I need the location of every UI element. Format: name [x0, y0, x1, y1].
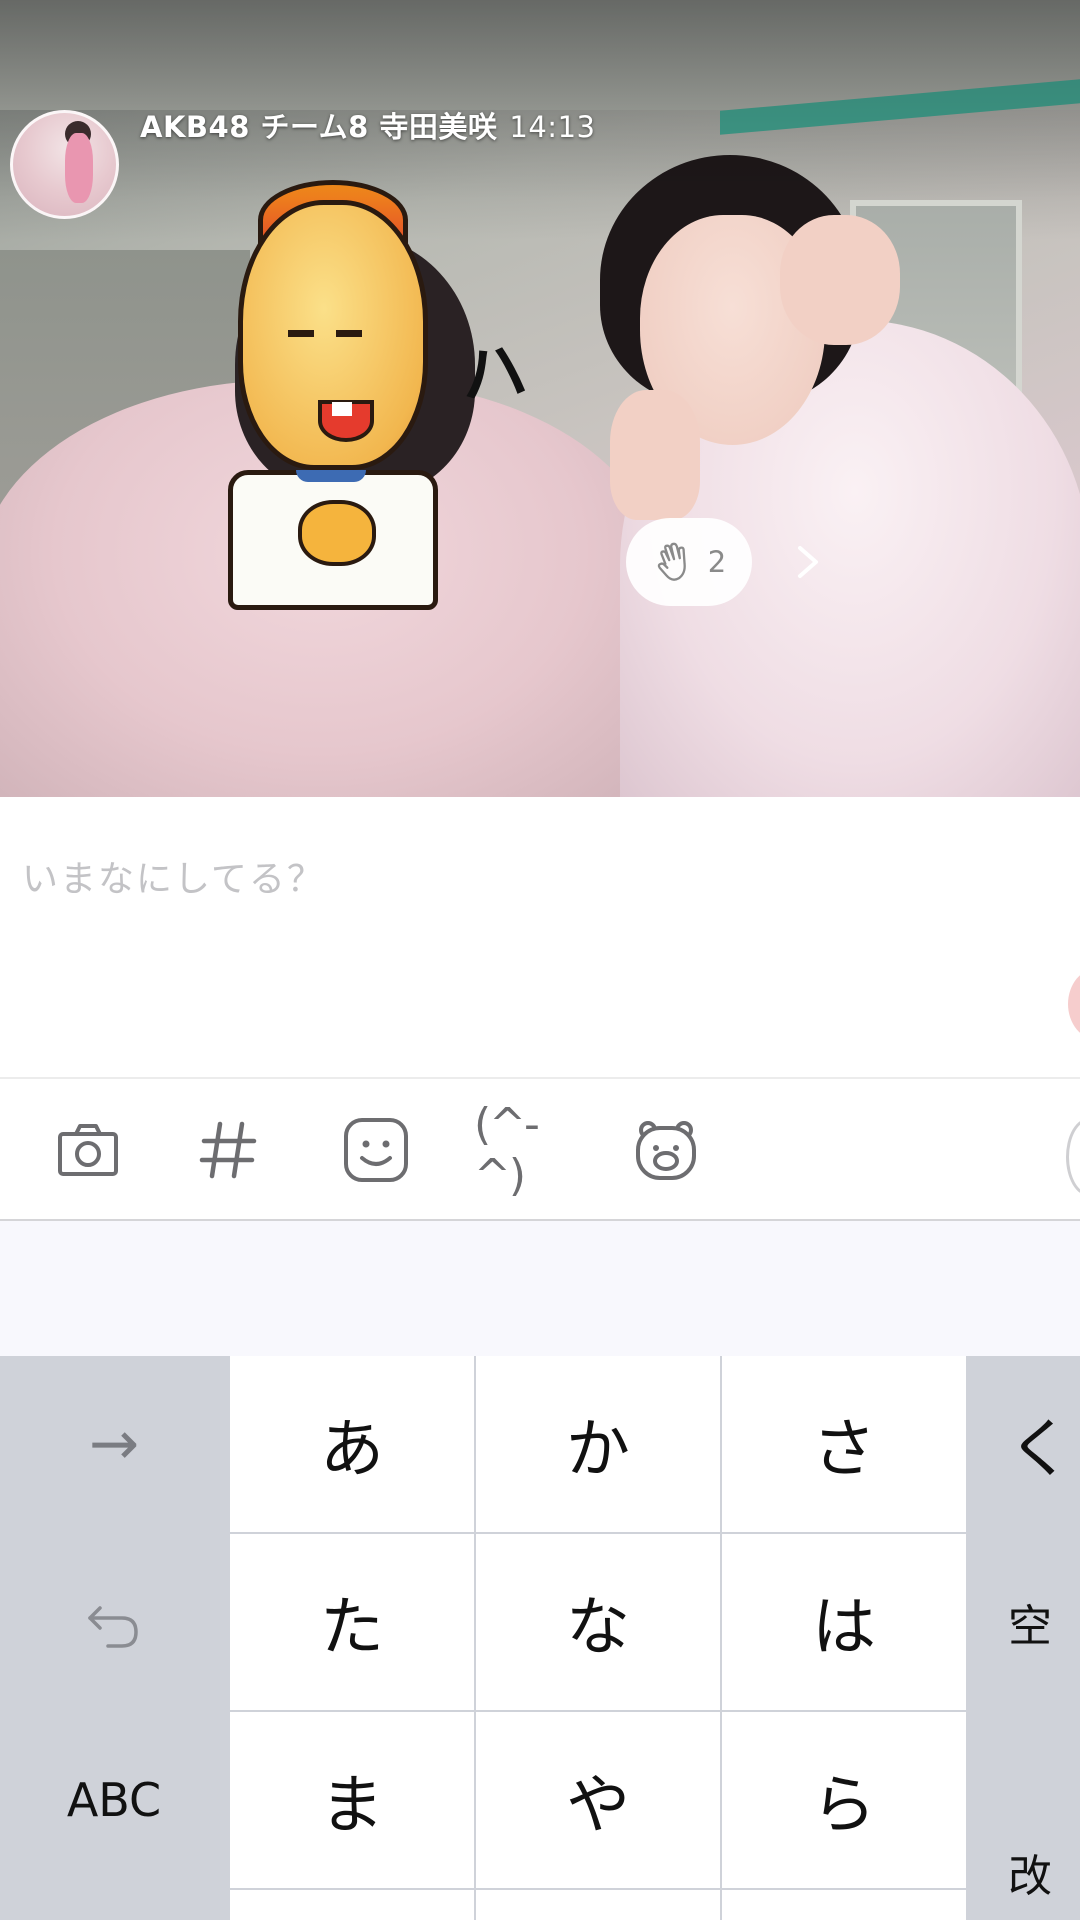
key-backspace[interactable]: く	[968, 1356, 1080, 1532]
post-header: AKB48 チーム8 寺田美咲 14:13	[140, 104, 595, 146]
key-ta[interactable]: た	[230, 1534, 474, 1710]
key-label: ABC	[66, 1773, 162, 1827]
key-label: さ	[812, 1413, 876, 1487]
key-na[interactable]: な	[476, 1534, 720, 1710]
avatar-figure	[65, 133, 93, 203]
key-a[interactable]: あ	[230, 1356, 474, 1532]
key-abc[interactable]: ABC	[0, 1712, 228, 1888]
key-sa[interactable]: さ	[722, 1356, 966, 1532]
key-ma[interactable]: ま	[230, 1712, 474, 1888]
author-name[interactable]: AKB48 チーム8 寺田美咲	[140, 110, 497, 144]
keyboard-undo-key[interactable]	[0, 1534, 228, 1710]
chevron-right-icon[interactable]	[790, 540, 826, 584]
key-label: 空	[1008, 1601, 1052, 1652]
undo-icon	[88, 1606, 138, 1648]
smiley-icon[interactable]	[336, 1110, 416, 1190]
keyboard-next-key[interactable]: →	[0, 1356, 228, 1532]
clap-button[interactable]: 2	[626, 518, 752, 606]
key-enter[interactable]: 改	[968, 1712, 1080, 1920]
clap-count: 2	[707, 545, 727, 579]
post-time: 14:13	[509, 110, 596, 144]
key-label: た	[320, 1591, 384, 1665]
key-mic[interactable]	[108, 1890, 228, 1920]
bear-sticker-icon[interactable]	[626, 1110, 706, 1190]
camera-icon[interactable]	[48, 1110, 128, 1190]
key-wa[interactable]	[476, 1890, 720, 1920]
key-ra[interactable]: ら	[722, 1712, 966, 1888]
key-label: か	[566, 1413, 630, 1487]
key-label: あ	[320, 1413, 384, 1487]
key-label: な	[566, 1591, 630, 1665]
key-punctuation[interactable]	[722, 1890, 966, 1920]
post-text-input[interactable]: いまなにしてる？	[22, 850, 325, 902]
key-label: ら	[812, 1769, 876, 1843]
key-label: は	[812, 1591, 876, 1665]
key-space[interactable]: 空	[968, 1534, 1080, 1710]
key-ya[interactable]: や	[476, 1712, 720, 1888]
emoticon-icon[interactable]: (^-^)	[474, 1099, 564, 1201]
side-floating-button[interactable]	[1068, 968, 1080, 1040]
key-label: や	[566, 1769, 630, 1843]
key-globe[interactable]	[0, 1890, 106, 1920]
key-dakuten[interactable]	[230, 1890, 474, 1920]
emoticon-text: (^-^)	[474, 1099, 540, 1201]
key-ha[interactable]: は	[722, 1534, 966, 1710]
hashtag-icon[interactable]	[188, 1110, 268, 1190]
key-label: ま	[320, 1769, 384, 1843]
japanese-flick-keyboard: → あ か さ く た な は 空 ABC ま や ら 改	[0, 1356, 1080, 1920]
author-avatar[interactable]	[10, 110, 119, 219]
clap-icon	[657, 542, 686, 581]
key-ka[interactable]: か	[476, 1356, 720, 1532]
key-label: く	[1008, 1413, 1072, 1487]
key-label: 改	[1008, 1851, 1052, 1902]
key-label: →	[88, 1409, 140, 1479]
keyboard-suggestion-bar	[0, 1221, 1080, 1356]
